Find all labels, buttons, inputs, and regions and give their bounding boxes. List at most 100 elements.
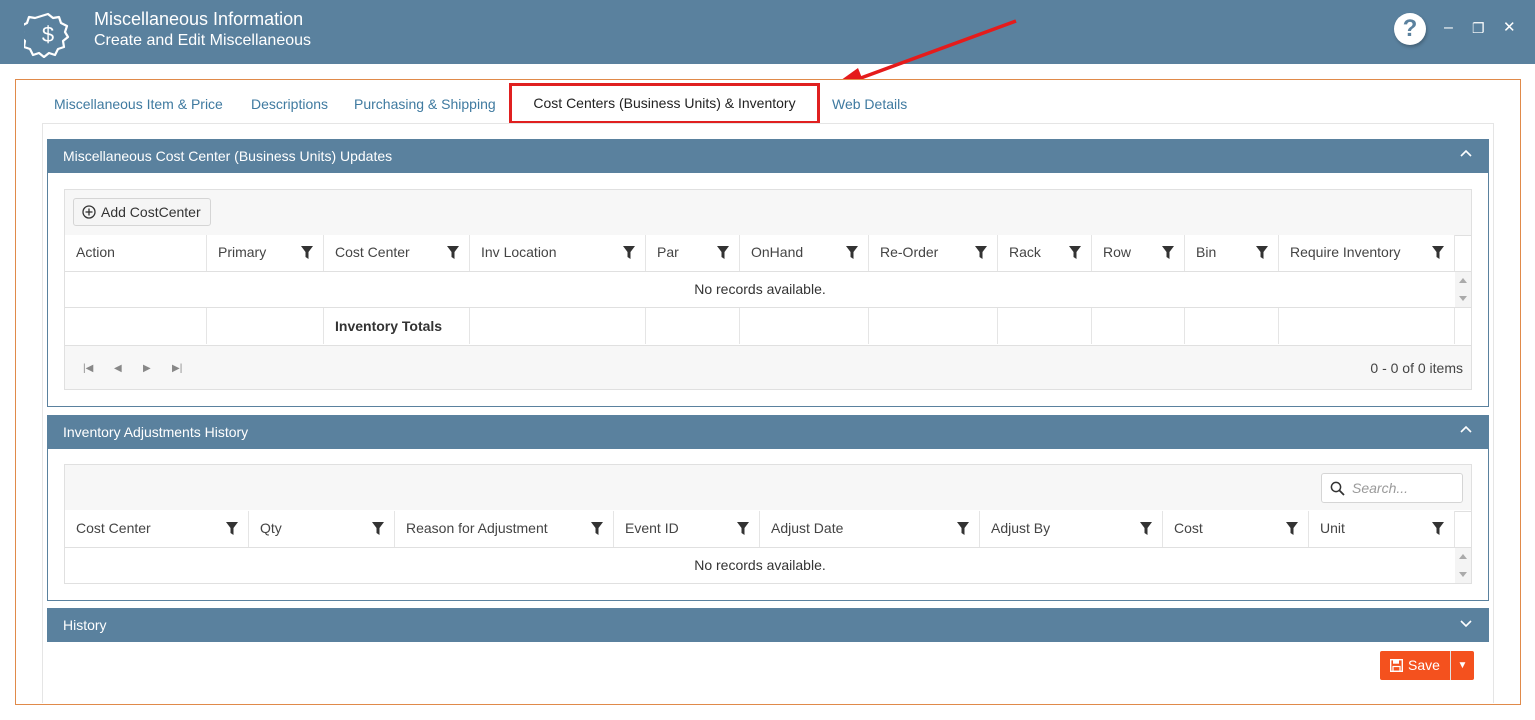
adjustments-panel-title: Inventory Adjustments History [63, 424, 249, 440]
column-header[interactable]: Rack [998, 235, 1092, 271]
last-page-icon[interactable]: ▶| [172, 363, 182, 374]
grid-pager: |◀ ◀ ▶ ▶| 0 - 0 of 0 items [65, 345, 1471, 389]
column-header[interactable]: Action [65, 235, 207, 271]
column-header-label: Inv Location [481, 244, 557, 260]
column-header[interactable]: Inv Location [470, 235, 646, 271]
scroll-down-icon[interactable] [1459, 296, 1467, 301]
filter-icon[interactable] [226, 522, 238, 535]
column-header[interactable]: Adjust Date [760, 511, 980, 547]
filter-icon[interactable] [1432, 246, 1444, 259]
totals-cell [207, 308, 324, 344]
filter-icon[interactable] [975, 246, 987, 259]
column-header-label: Bin [1196, 244, 1217, 260]
filter-icon[interactable] [301, 246, 313, 259]
first-page-icon[interactable]: |◀ [83, 363, 93, 374]
column-header[interactable]: Bin [1185, 235, 1279, 271]
filter-icon[interactable] [623, 246, 635, 259]
history-panel-header[interactable]: History [47, 608, 1489, 642]
minimize-button[interactable]: – [1444, 18, 1453, 38]
adjustments-panel-header[interactable]: Inventory Adjustments History [47, 415, 1489, 449]
column-header-label: Rack [1009, 244, 1041, 260]
column-header-label: Adjust Date [771, 520, 844, 536]
floppy-disk-icon [1390, 659, 1403, 672]
column-header[interactable]: Unit [1309, 511, 1455, 547]
filter-icon[interactable] [846, 246, 858, 259]
totals-cell [470, 308, 646, 344]
save-options-dropdown[interactable]: ▼ [1450, 651, 1474, 680]
save-split-button: Save ▼ [1380, 651, 1474, 680]
tab-cost-centers-inventory[interactable]: Cost Centers (Business Units) & Inventor… [509, 83, 820, 124]
next-page-icon[interactable]: ▶ [143, 363, 151, 374]
maximize-button[interactable]: ❐ [1472, 18, 1485, 38]
search-field[interactable] [1321, 473, 1463, 503]
column-header[interactable]: Cost [1163, 511, 1309, 547]
filter-icon[interactable] [1069, 246, 1081, 259]
column-header[interactable]: Adjust By [980, 511, 1163, 547]
tab-web-details[interactable]: Web Details [832, 96, 907, 112]
filter-icon[interactable] [591, 522, 603, 535]
column-header[interactable]: Primary [207, 235, 324, 271]
column-header-label: Cost [1174, 520, 1203, 536]
totals-cell [1279, 308, 1455, 344]
svg-text:$: $ [42, 22, 54, 47]
column-header[interactable]: Row [1092, 235, 1185, 271]
search-input[interactable] [1352, 479, 1457, 497]
filter-icon[interactable] [1286, 522, 1298, 535]
vertical-scrollbar[interactable] [1455, 548, 1471, 583]
add-costcenter-button[interactable]: Add CostCenter [73, 198, 211, 226]
totals-cell [65, 308, 207, 344]
close-button[interactable]: ✕ [1503, 18, 1516, 38]
filter-icon[interactable] [1140, 522, 1152, 535]
tab-descriptions[interactable]: Descriptions [251, 96, 328, 112]
help-button[interactable]: ? [1394, 13, 1426, 45]
column-header-label: Row [1103, 244, 1132, 260]
tab-purchasing-shipping[interactable]: Purchasing & Shipping [354, 96, 496, 112]
no-records-message: No records available. [694, 281, 826, 297]
cost-center-panel-header[interactable]: Miscellaneous Cost Center (Business Unit… [47, 139, 1489, 173]
filter-icon[interactable] [957, 522, 969, 535]
chevron-up-icon[interactable] [1459, 423, 1473, 437]
totals-cell [998, 308, 1092, 344]
scroll-down-icon[interactable] [1459, 572, 1467, 577]
tab-miscellaneous-item-price[interactable]: Miscellaneous Item & Price [54, 96, 223, 112]
filter-icon[interactable] [1432, 522, 1444, 535]
filter-icon[interactable] [717, 246, 729, 259]
save-button[interactable]: Save [1380, 651, 1448, 680]
column-header[interactable]: Cost Center [324, 235, 470, 271]
column-header[interactable]: Re-Order [869, 235, 998, 271]
filter-icon[interactable] [737, 522, 749, 535]
pager-info: 0 - 0 of 0 items [1370, 360, 1463, 376]
save-label: Save [1408, 657, 1440, 673]
column-header[interactable]: Reason for Adjustment [395, 511, 614, 547]
window-header: $ Miscellaneous Information Create and E… [0, 0, 1535, 64]
search-icon [1330, 481, 1345, 496]
vertical-scrollbar[interactable] [1455, 272, 1471, 307]
filter-icon[interactable] [447, 246, 459, 259]
filter-icon[interactable] [372, 522, 384, 535]
column-header-label: Primary [218, 244, 267, 260]
column-header[interactable]: Cost Center [65, 511, 249, 547]
column-header-label: Cost Center [335, 244, 410, 260]
filter-icon[interactable] [1162, 246, 1174, 259]
column-header[interactable]: OnHand [740, 235, 869, 271]
prev-page-icon[interactable]: ◀ [114, 363, 122, 374]
chevron-up-icon[interactable] [1459, 147, 1473, 161]
totals-cell [1185, 308, 1279, 344]
chevron-down-icon[interactable] [1459, 616, 1473, 630]
add-costcenter-label: Add CostCenter [101, 204, 201, 220]
scroll-up-icon[interactable] [1459, 278, 1467, 283]
column-header[interactable]: Par [646, 235, 740, 271]
column-header-label: Event ID [625, 520, 679, 536]
history-panel-title: History [63, 617, 107, 633]
inventory-totals-label: Inventory Totals [324, 308, 470, 344]
column-header[interactable]: Qty [249, 511, 395, 547]
totals-cell [1092, 308, 1185, 344]
scroll-up-icon[interactable] [1459, 554, 1467, 559]
window-subtitle: Create and Edit Miscellaneous [94, 32, 312, 49]
cost-center-panel-title: Miscellaneous Cost Center (Business Unit… [63, 148, 393, 164]
filter-icon[interactable] [1256, 246, 1268, 259]
adjustments-toolbar [64, 464, 1472, 510]
dollar-badge-icon: $ [24, 12, 70, 58]
column-header[interactable]: Require Inventory [1279, 235, 1455, 271]
column-header[interactable]: Event ID [614, 511, 760, 547]
